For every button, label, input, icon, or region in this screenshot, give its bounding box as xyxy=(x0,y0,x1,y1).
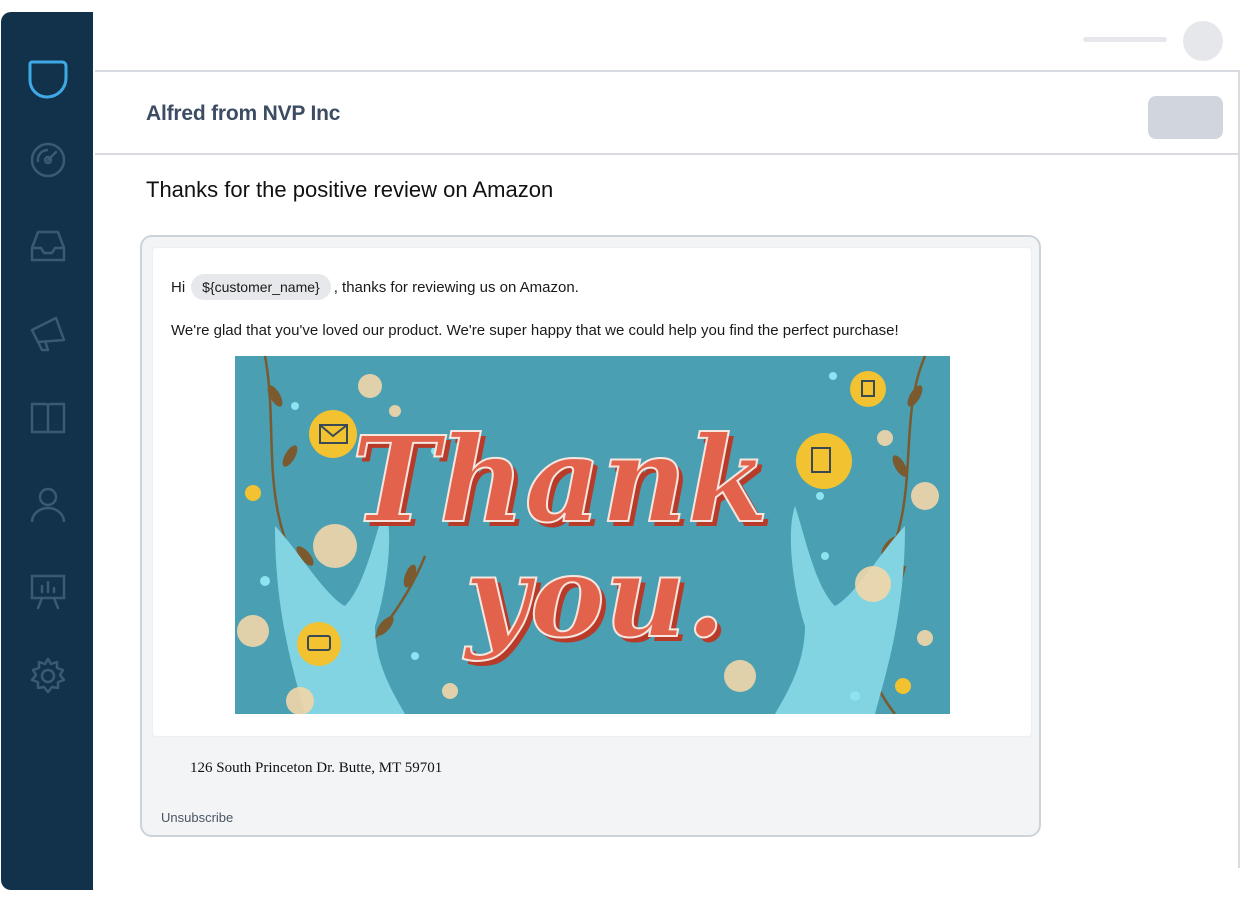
greeting-prefix: Hi xyxy=(171,278,186,296)
megaphone-icon[interactable] xyxy=(26,310,70,354)
book-icon[interactable] xyxy=(26,396,70,440)
panel-divider-header xyxy=(95,153,1238,155)
email-body: Hi ${customer_name} , thanks for reviewi… xyxy=(153,248,1031,736)
greeting-suffix: , thanks for reviewing us on Amazon. xyxy=(333,278,579,296)
body-paragraph: We're glad that you've loved our product… xyxy=(171,322,899,339)
email-preview: Hi ${customer_name} , thanks for reviewi… xyxy=(140,235,1041,837)
svg-text:Thank: Thank xyxy=(351,410,769,549)
greeting-line: Hi ${customer_name} , thanks for reviewi… xyxy=(171,274,579,300)
inbox-tray-icon[interactable] xyxy=(26,224,70,268)
sender-name: Alfred from NVP Inc xyxy=(146,102,341,125)
user-icon[interactable] xyxy=(26,482,70,526)
presentation-chart-icon[interactable] xyxy=(26,568,70,612)
email-subject: Thanks for the positive review on Amazon xyxy=(146,177,554,202)
merge-tag-token[interactable]: ${customer_name} xyxy=(191,274,331,300)
sidebar xyxy=(1,12,93,890)
dashboard-gauge-icon[interactable] xyxy=(26,138,70,182)
panel-divider-top xyxy=(95,70,1238,72)
logo-icon[interactable] xyxy=(26,56,70,100)
avatar[interactable] xyxy=(1183,21,1223,61)
footer-address: 126 South Princeton Dr. Butte, MT 59701 xyxy=(190,760,443,776)
svg-text:you.: you. xyxy=(462,532,725,663)
header-action-button[interactable] xyxy=(1148,96,1223,139)
topbar-placeholder-bar xyxy=(1083,37,1167,42)
unsubscribe-link[interactable]: Unsubscribe xyxy=(161,810,233,825)
panel-divider-right xyxy=(1238,70,1240,868)
gear-icon[interactable] xyxy=(26,654,70,698)
thank-you-image: Thank Thank you. you. xyxy=(235,355,950,715)
